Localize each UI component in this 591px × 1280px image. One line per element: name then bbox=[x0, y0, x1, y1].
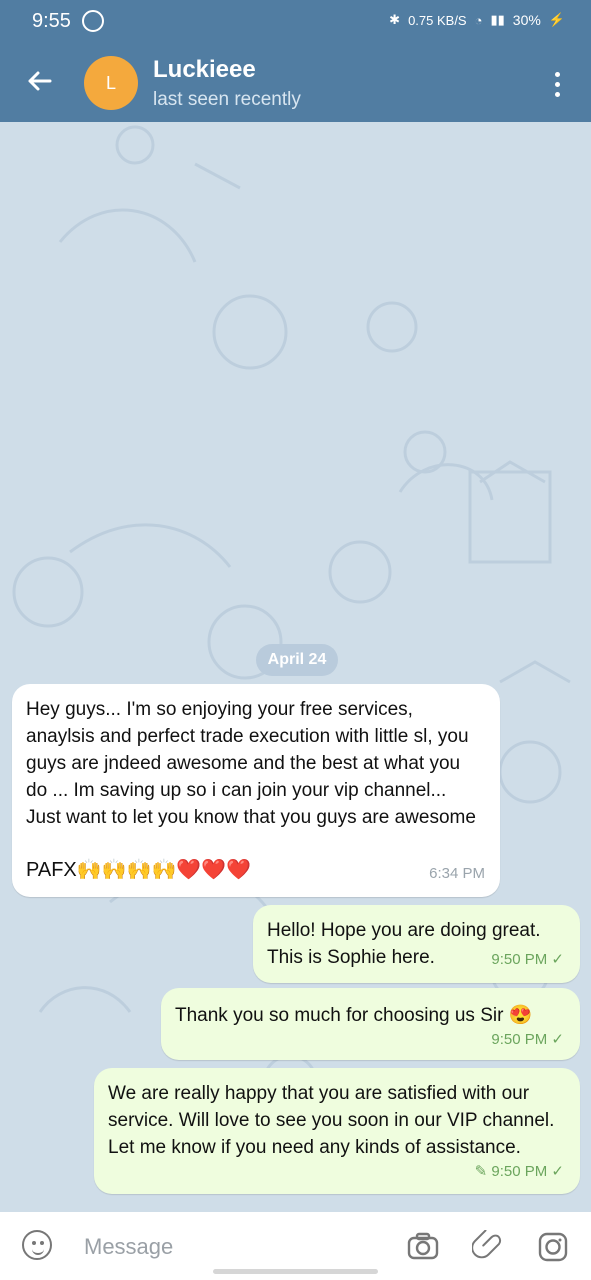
last-seen-status: last seen recently bbox=[153, 89, 301, 110]
instagram-icon[interactable] bbox=[536, 1230, 570, 1264]
status-right: ✱ 0.75 KB/S ◔ ▮▮ 30% ⚡ bbox=[389, 12, 565, 28]
message-outgoing-3[interactable]: We are really happy that you are satisfi… bbox=[94, 1068, 580, 1194]
message-incoming-1[interactable]: Hey guys... I'm so enjoying your free se… bbox=[12, 684, 500, 897]
message-time-status: 9:50 PM ✓ bbox=[491, 1031, 564, 1048]
bluetooth-icon: ✱ bbox=[389, 12, 401, 27]
chat-header: L Luckieee last seen recently bbox=[0, 44, 591, 122]
message-outgoing-1[interactable]: Hello! Hope you are doing great. This is… bbox=[253, 905, 580, 983]
emoji-icon[interactable] bbox=[22, 1230, 52, 1260]
network-speed: 0.75 KB/S bbox=[408, 12, 467, 28]
message-time-status: 9:50 PM ✓ bbox=[491, 951, 564, 968]
message-time-status: ✎ 9:50 PM ✓ bbox=[474, 1163, 564, 1180]
wifi-icon: ◔ bbox=[474, 12, 483, 28]
back-arrow-icon[interactable] bbox=[24, 66, 54, 96]
charging-icon: ⚡ bbox=[548, 12, 565, 27]
more-vertical-icon[interactable] bbox=[555, 72, 561, 98]
camera-icon[interactable] bbox=[406, 1230, 440, 1264]
whatsapp-icon bbox=[82, 10, 104, 32]
message-input[interactable]: Message bbox=[84, 1234, 173, 1260]
message-text: We are really happy that you are satisfi… bbox=[108, 1083, 555, 1158]
contact-name[interactable]: Luckieee bbox=[153, 56, 256, 84]
signal-icon: ▮▮ bbox=[490, 12, 505, 27]
status-bar: 9:55 ✱ 0.75 KB/S ◔ ▮▮ 30% ⚡ bbox=[0, 0, 591, 44]
battery-level: 30% bbox=[512, 12, 541, 28]
date-divider: April 24 bbox=[256, 644, 338, 676]
chat-area[interactable]: April 24 Hey guys... I'm so enjoying you… bbox=[0, 122, 591, 1212]
message-outgoing-2[interactable]: Thank you so much for choosing us Sir 😍 … bbox=[161, 988, 580, 1060]
message-composer: Message bbox=[0, 1212, 591, 1280]
message-text: Hey guys... I'm so enjoying your free se… bbox=[26, 699, 476, 828]
paperclip-icon[interactable] bbox=[472, 1230, 506, 1264]
message-time: 6:34 PM bbox=[429, 865, 485, 882]
message-text: Thank you so much for choosing us Sir 😍 bbox=[175, 1005, 533, 1026]
home-indicator bbox=[213, 1269, 378, 1274]
avatar[interactable]: L bbox=[84, 56, 138, 110]
message-text-line2: PAFX🙌🙌🙌🙌❤️❤️❤️ bbox=[26, 859, 252, 881]
status-time: 9:55 bbox=[32, 10, 71, 32]
